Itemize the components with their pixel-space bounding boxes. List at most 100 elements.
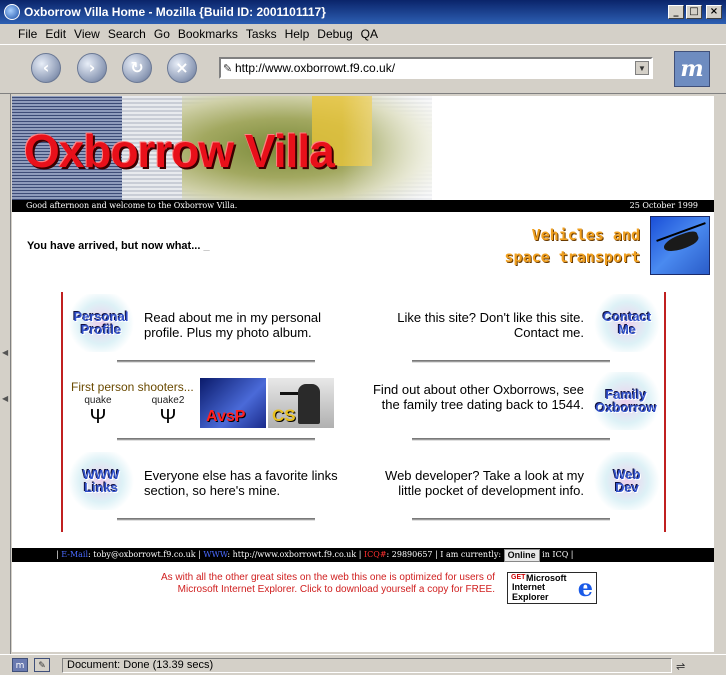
www-label: WWW (203, 550, 228, 559)
helicopter-icon (661, 229, 701, 255)
icq-number: 29890657 (391, 550, 433, 559)
www-links-badge[interactable]: WWW Links (64, 452, 138, 510)
url-bar[interactable]: ✎ http://www.oxborrowt.f9.co.uk/ ▼ (219, 57, 653, 79)
ie-name: Internet Explorer (512, 582, 566, 602)
close-button[interactable]: × (706, 5, 722, 19)
badge-line[interactable]: Profile (64, 323, 138, 336)
cs-image-link[interactable]: CS (268, 378, 334, 428)
quake2-label[interactable]: quake2 (152, 395, 185, 406)
back-button[interactable]: ‹ (31, 53, 61, 83)
window-title: Oxborrow Villa Home - Mozilla {Build ID:… (24, 5, 326, 19)
web-page: Oxborrow Villa Good afternoon and welcom… (12, 96, 714, 652)
welcome-bar: Good afternoon and welcome to the Oxborr… (12, 200, 714, 212)
menu-view[interactable]: View (70, 27, 104, 41)
sidebar-grip[interactable]: ◀ ◀ (0, 94, 11, 654)
avp-image-link[interactable]: AvsP (200, 378, 266, 428)
personal-profile-text: Read about me in my personal profile. Pl… (144, 310, 322, 340)
badge-line[interactable]: Dev (590, 481, 664, 494)
connection-icon: ⇌ (676, 660, 686, 673)
banner: Oxborrow Villa (12, 96, 714, 200)
shooters-title: First person shooters... (71, 380, 194, 394)
avp-label[interactable]: AvsP (206, 408, 245, 426)
quake-logo-icon[interactable]: Ψ (78, 407, 118, 427)
vehicles-line2[interactable]: space transport (480, 246, 640, 268)
www-link[interactable]: http://www.oxborrowt.f9.co.uk (233, 550, 357, 559)
mozilla-throbber-icon[interactable]: m (674, 51, 710, 87)
contact-me-badge[interactable]: Contact Me (590, 294, 664, 352)
url-text[interactable]: http://www.oxborrowt.f9.co.uk/ (235, 61, 395, 75)
reload-button[interactable]: ↻ (122, 53, 152, 83)
menu-help[interactable]: Help (281, 27, 314, 41)
ie-get-label: GET (511, 574, 526, 581)
menu-search[interactable]: Search (104, 27, 150, 41)
mozilla-status-icon[interactable]: m (12, 658, 28, 672)
badge-line[interactable]: Links (64, 481, 138, 494)
status-bar: m ✎ Document: Done (13.39 secs) ⇌ (0, 654, 726, 675)
icq-online-badge: Online (503, 548, 540, 562)
forward-button[interactable]: › (77, 53, 107, 83)
composer-icon[interactable]: ✎ (34, 658, 50, 672)
title-bar: Oxborrow Villa Home - Mozilla {Build ID:… (0, 0, 726, 24)
currently-label: I am currently: (440, 550, 502, 559)
in-icq-label: in ICQ (542, 550, 569, 559)
stop-button[interactable]: × (167, 53, 197, 83)
family-oxborrow-badge[interactable]: Family Oxborrow (586, 372, 666, 430)
quake-label[interactable]: quake (84, 395, 111, 406)
arrived-dots: _ (203, 240, 210, 252)
date-text: 25 October 1999 (629, 201, 698, 210)
menu-qa[interactable]: QA (357, 27, 382, 41)
url-dropdown-icon[interactable]: ▼ (635, 61, 649, 75)
status-text: Document: Done (13.39 secs) (62, 658, 672, 673)
get-ie-badge[interactable]: GET Microsoft Internet Explorer e (507, 572, 597, 604)
menu-go[interactable]: Go (150, 27, 174, 41)
welcome-text: Good afternoon and welcome to the Oxborr… (26, 201, 238, 210)
ie-logo-icon: e (577, 573, 593, 602)
family-text: Find out about other Oxborrows, see the … (372, 382, 584, 412)
sidebar-arrow-icon[interactable]: ◀ (2, 394, 8, 403)
vehicles-line1[interactable]: Vehicles and (480, 224, 640, 246)
navigation-toolbar: ‹ › ↻ × ✎ http://www.oxborrowt.f9.co.uk/… (0, 44, 726, 94)
menu-tasks[interactable]: Tasks (242, 27, 281, 41)
banner-title: Oxborrow Villa (24, 125, 335, 177)
vehicles-helicopter-image[interactable] (650, 216, 710, 275)
personal-profile-badge[interactable]: Personal Profile (64, 294, 138, 352)
arrived-label: You have arrived, but now what... (27, 240, 201, 252)
divider (117, 360, 315, 363)
menu-debug[interactable]: Debug (313, 27, 356, 41)
divider (412, 438, 610, 441)
divider (412, 518, 610, 521)
icq-label: ICQ# (363, 550, 387, 559)
arrived-text: You have arrived, but now what... _ (27, 240, 210, 252)
email-label: E-Mail (61, 550, 89, 559)
email-link[interactable]: toby@oxborrowt.f9.co.uk (93, 550, 195, 559)
divider (412, 360, 610, 363)
minimize-button[interactable]: _ (668, 5, 684, 19)
quake2-link[interactable]: quake2 Ψ (148, 395, 188, 427)
ie-download-text[interactable]: As with all the other great sites on the… (152, 572, 495, 596)
cs-soldier (298, 384, 320, 424)
sidebar-arrow-icon[interactable]: ◀ (2, 348, 8, 357)
quake-link[interactable]: quake Ψ (78, 395, 118, 427)
menu-edit[interactable]: Edit (41, 27, 70, 41)
webdev-text: Web developer? Take a look at my little … (385, 468, 584, 498)
badge-line[interactable]: Oxborrow (586, 401, 666, 414)
menu-bookmarks[interactable]: Bookmarks (174, 27, 242, 41)
right-edge (714, 96, 726, 652)
page-icon: ✎ (223, 63, 233, 75)
ie-line: Internet (512, 582, 546, 592)
web-dev-badge[interactable]: Web Dev (590, 452, 664, 510)
cs-label[interactable]: CS (272, 406, 296, 426)
menu-file[interactable]: File (14, 27, 41, 41)
contact-text: Like this site? Don't like this site. Co… (397, 310, 584, 340)
badge-line[interactable]: Me (590, 323, 664, 336)
quake2-logo-icon[interactable]: Ψ (148, 407, 188, 427)
contact-footer-bar: | E-Mail: toby@oxborrowt.f9.co.uk | WWW:… (12, 548, 714, 562)
menu-bar: File Edit View Search Go Bookmarks Tasks Help De… (0, 24, 726, 44)
maximize-button[interactable]: □ (686, 5, 702, 19)
banner-fade (342, 96, 714, 200)
divider (117, 518, 315, 521)
mozilla-app-icon[interactable] (4, 4, 20, 20)
divider (117, 438, 315, 441)
ie-line: Explorer (512, 592, 549, 602)
vehicles-link[interactable]: Vehicles and space transport (480, 224, 640, 268)
